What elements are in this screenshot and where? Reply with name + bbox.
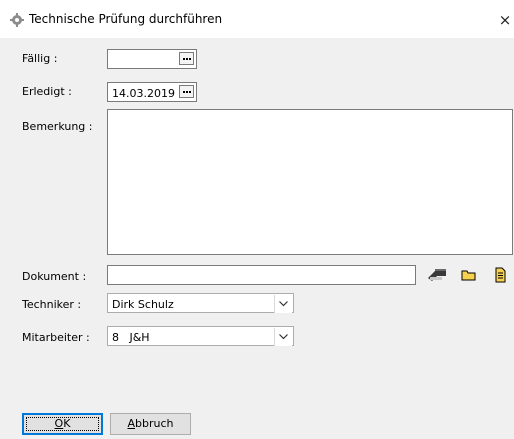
- close-button[interactable]: ×: [496, 9, 514, 31]
- erledigt-field[interactable]: 14.03.2019: [107, 82, 197, 102]
- faellig-picker-button[interactable]: [179, 52, 194, 65]
- scan-button[interactable]: [426, 265, 448, 285]
- document-button[interactable]: [491, 265, 510, 285]
- faellig-label: Fällig :: [22, 52, 58, 65]
- bemerkung-textarea[interactable]: [107, 109, 513, 255]
- ok-button[interactable]: OK: [22, 413, 103, 435]
- techniker-label: Techniker :: [22, 298, 82, 311]
- chevron-down-icon: [279, 301, 288, 307]
- gear-icon: [10, 13, 24, 27]
- bemerkung-label: Bemerkung :: [22, 120, 93, 133]
- window-title: Technische Prüfung durchführen: [29, 12, 223, 26]
- ellipsis-icon: [183, 58, 185, 60]
- mitarbeiter-value: 8 J&H: [112, 331, 150, 344]
- mitarbeiter-dropdown-button[interactable]: [274, 328, 292, 346]
- abbruch-mnemonic: A: [127, 417, 136, 430]
- scanner-icon: [428, 269, 446, 281]
- techniker-select[interactable]: Dirk Schulz: [107, 293, 294, 313]
- folder-icon: [461, 270, 476, 281]
- chevron-down-icon: [279, 334, 288, 340]
- title-bar: Technische Prüfung durchführen ×: [0, 0, 514, 38]
- erledigt-value: 14.03.2019: [112, 87, 175, 100]
- dokument-field[interactable]: [107, 265, 416, 285]
- ellipsis-icon: [183, 91, 185, 93]
- techniker-dropdown-button[interactable]: [274, 295, 292, 313]
- erledigt-picker-button[interactable]: [179, 85, 194, 98]
- techniker-value: Dirk Schulz: [112, 298, 174, 311]
- mitarbeiter-label: Mitarbeiter :: [22, 331, 90, 344]
- focus-rectangle: [26, 417, 99, 431]
- erledigt-label: Erledigt :: [22, 85, 72, 98]
- abbruch-button[interactable]: Abbruch: [110, 413, 191, 435]
- dokument-label: Dokument :: [22, 270, 87, 283]
- document-icon: [495, 267, 506, 283]
- abbruch-label-rest: bbruch: [135, 417, 174, 430]
- open-folder-button[interactable]: [459, 265, 478, 285]
- mitarbeiter-select[interactable]: 8 J&H: [107, 326, 294, 346]
- faellig-field[interactable]: [107, 49, 197, 69]
